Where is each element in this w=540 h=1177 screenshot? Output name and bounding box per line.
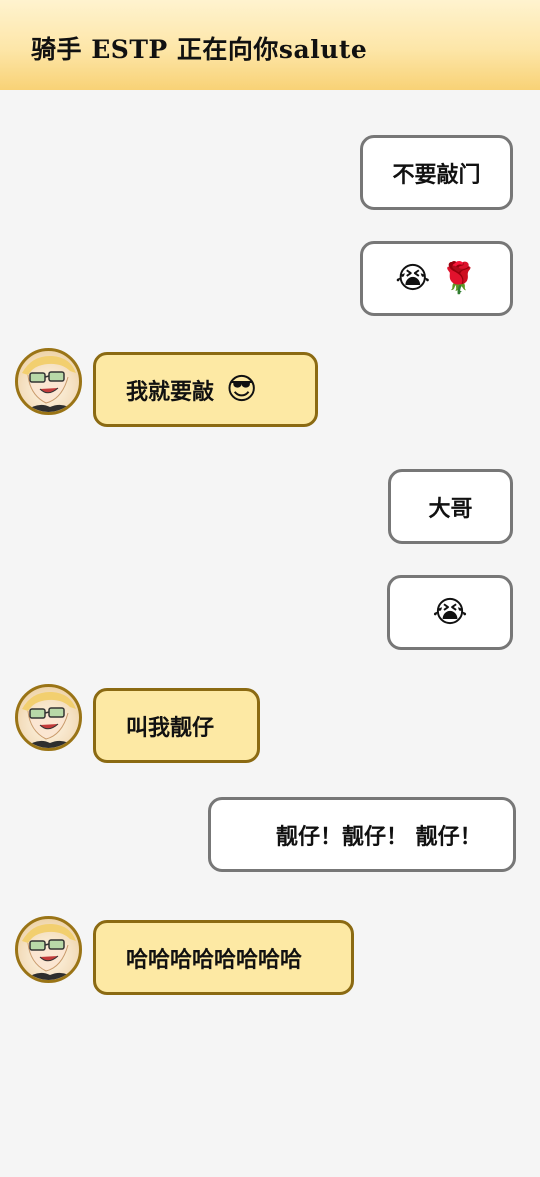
chat-title: 骑手 ESTP 正在向你salute xyxy=(31,35,368,64)
message-bubble-sent[interactable]: 😭 xyxy=(387,575,513,650)
avatar-illustration xyxy=(22,355,76,412)
avatar[interactable] xyxy=(15,348,82,415)
rose-icon: 🌹 xyxy=(440,260,478,296)
message-text: 叫我靓仔 xyxy=(126,714,215,741)
message-text: 不要敲门 xyxy=(392,161,481,188)
sunglasses-face-icon: 😎 xyxy=(226,371,258,407)
message-bubble-sent[interactable]: 不要敲门 xyxy=(360,135,513,210)
chat-header: 骑手 ESTP 正在向你salute xyxy=(0,0,540,90)
message-bubble-sent[interactable]: 靓仔！靓仔！ 靓仔！ xyxy=(208,797,516,872)
message-bubble-sent[interactable]: 大哥 xyxy=(388,469,513,544)
message-bubble-received[interactable]: 哈哈哈哈哈哈哈哈 xyxy=(93,920,354,995)
message-text: 靓仔！靓仔！ 靓仔！ xyxy=(276,823,482,850)
message-text: 哈哈哈哈哈哈哈哈 xyxy=(126,946,303,973)
avatar-illustration xyxy=(22,691,76,748)
avatar[interactable] xyxy=(15,684,82,751)
message-bubble-sent[interactable]: 😭 🌹 xyxy=(360,241,513,316)
crying-face-icon: 😭 xyxy=(395,260,431,296)
avatar[interactable] xyxy=(15,916,82,983)
message-text: 大哥 xyxy=(428,495,473,522)
message-text: 我就要敲 xyxy=(126,378,215,405)
message-bubble-received[interactable]: 叫我靓仔 xyxy=(93,688,260,763)
message-bubble-received[interactable]: 我就要敲 😎 xyxy=(93,352,318,427)
avatar-illustration xyxy=(22,923,76,980)
crying-face-icon: 😭 xyxy=(432,594,468,630)
